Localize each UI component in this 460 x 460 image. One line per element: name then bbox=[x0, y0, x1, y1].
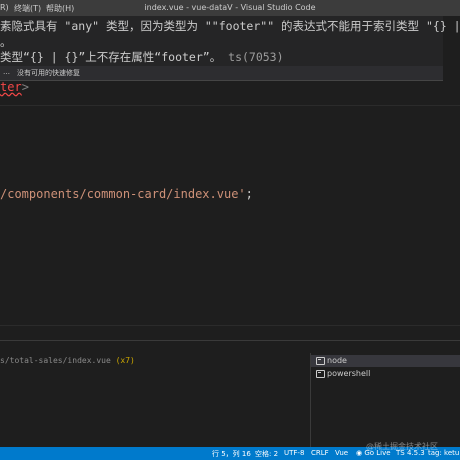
terminal-panel: s/total-sales/index.vue (x7) node powers… bbox=[0, 340, 460, 448]
broadcast-icon: ◉ bbox=[356, 449, 363, 457]
terminal-repeat-count: (x7) bbox=[115, 356, 135, 365]
status-indentation[interactable]: 空格: 2 bbox=[255, 449, 278, 459]
terminal-output-path: s/total-sales/index.vue bbox=[0, 356, 111, 365]
status-bar: 行 5，列 16 空格: 2 UTF-8 CRLF Vue ◉ Go Live … bbox=[0, 442, 460, 460]
editor-divider bbox=[0, 105, 460, 106]
hover-message-line-1: 素隐式具有 "any" 类型，因为类型为 ""footer"" 的表达式不能用于… bbox=[0, 19, 460, 33]
title-bar: R) 终端(T) 帮助(H) index.vue - vue-dataV - V… bbox=[0, 0, 460, 16]
status-language[interactable]: Vue bbox=[335, 449, 348, 457]
terminal-instance-label: node bbox=[327, 356, 347, 365]
terminal-instance-list: node powershell bbox=[310, 353, 460, 448]
terminal-icon bbox=[316, 357, 325, 365]
hover-message-line-2: 。 bbox=[0, 35, 12, 49]
terminal-icon bbox=[316, 370, 325, 378]
code-line-tag[interactable]: ter> bbox=[0, 80, 29, 94]
hover-message-text: 类型“{} | {}”上不存在属性“footer”。 bbox=[0, 50, 222, 64]
error-hover-popup: 素隐式具有 "any" 类型，因为类型为 ""footer"" 的表达式不能用于… bbox=[0, 16, 460, 81]
status-eol[interactable]: CRLF bbox=[311, 449, 329, 457]
watermark: @稀土掘金技术社区 bbox=[366, 442, 438, 451]
terminal-instance-powershell[interactable]: powershell bbox=[311, 368, 460, 380]
import-path-string: /components/common-card/index.vue' bbox=[0, 187, 246, 201]
tag-bracket: > bbox=[21, 80, 29, 94]
terminal-instance-label: powershell bbox=[327, 369, 371, 378]
status-cursor-position[interactable]: 行 5，列 16 bbox=[212, 449, 251, 459]
terminal-instance-node[interactable]: node bbox=[311, 355, 460, 367]
terminal-output-line: s/total-sales/index.vue (x7) bbox=[0, 356, 135, 365]
code-line-import[interactable]: /components/common-card/index.vue'; bbox=[0, 187, 253, 201]
hover-message-line-3: 类型“{} | {}”上不存在属性“footer”。 ts(7053) bbox=[0, 49, 284, 65]
editor-divider-lower bbox=[0, 325, 460, 326]
hover-error-code: ts(7053) bbox=[228, 50, 284, 64]
window-title: index.vue - vue-dataV - Visual Studio Co… bbox=[144, 3, 316, 12]
quick-fix-bar: … 没有可用的快速修复 bbox=[0, 66, 443, 80]
quick-fix-action[interactable]: … bbox=[3, 68, 10, 76]
import-semicolon: ; bbox=[245, 187, 253, 201]
tag-name-error: ter bbox=[0, 80, 22, 94]
quick-fix-label: 没有可用的快速修复 bbox=[17, 69, 80, 77]
status-encoding[interactable]: UTF-8 bbox=[284, 449, 304, 457]
